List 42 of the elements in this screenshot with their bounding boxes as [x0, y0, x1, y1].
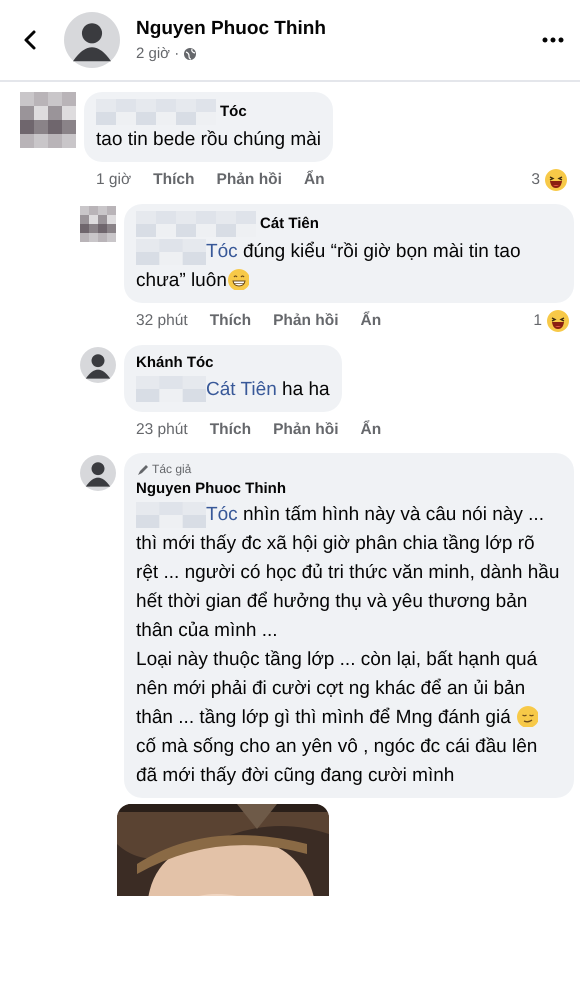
comment-text: Cát Tiên ha ha — [136, 374, 330, 404]
comment-text: Tóc nhìn tấm hình này và câu nói này ... thì mới thấy đc xã hội giờ phân chia tầng lớp rõ rệt ... người có học đủ tri thức văn minh, dành hầu hết thời gian để hưởng thụ và yêu thương bản thân của mình ... Loại này thuộc tầng lớp ... còn lại, bất hạnh quá nên mới phải đi cười cợt ng khác để an ủi bản thân ... tầng lớp gì thì mình để Mng đánh giá cố mà sống cho an yên vô , ngóc đc cái đầu lên đã mới thấy đời cũng đang cười mình — [136, 501, 560, 788]
avatar — [64, 12, 120, 68]
comment-text: tao tin bede rồu chúng mài — [96, 128, 321, 152]
action-link[interactable]: Phản hồi — [273, 418, 339, 441]
action-link[interactable]: Ẩn — [360, 418, 382, 441]
commenter-name[interactable]: Tóc — [220, 100, 247, 124]
action-link[interactable]: Thích — [153, 168, 194, 192]
action-link[interactable]: Thích — [210, 309, 252, 333]
action-link[interactable]: Phản hồi — [216, 168, 282, 192]
avatar — [80, 347, 116, 383]
comment-text: Tóc đúng kiểu “rồi giờ bọn mài tin tao chưa” luôn — [136, 237, 562, 295]
mention-link[interactable]: Cát Tiên — [206, 378, 277, 400]
avatar — [80, 454, 116, 491]
action-link[interactable]: Phản hồi — [273, 309, 339, 333]
comment-time: 23 phút — [136, 420, 188, 440]
action-link[interactable]: Ẩn — [304, 168, 325, 192]
laughing-emoji-icon — [546, 309, 570, 333]
laughing-emoji-icon — [544, 168, 568, 192]
post-time: 2 giờ · — [136, 44, 180, 64]
mention-link[interactable]: Tóc — [206, 241, 238, 262]
smiling-emoji-icon — [516, 705, 538, 728]
pixelated-avatar — [20, 92, 76, 148]
commenter-name[interactable]: Khánh Tóc — [136, 352, 214, 374]
reaction-count: 3 — [531, 170, 540, 190]
reaction-count: 1 — [533, 311, 542, 332]
action-link[interactable]: Thích — [210, 418, 252, 441]
comment-time: 1 giờ — [96, 170, 132, 190]
back-button[interactable] — [22, 28, 38, 52]
globe-icon — [183, 47, 198, 62]
author-label: Tác giả — [152, 460, 192, 478]
commenter-name[interactable]: Cát Tiên — [260, 212, 319, 236]
commenter-name[interactable]: Nguyen Phuoc Thinh — [136, 478, 286, 500]
mention-link[interactable]: Tóc — [206, 504, 238, 526]
action-link[interactable]: Ẩn — [360, 309, 382, 333]
comment-time: 32 phút — [136, 311, 188, 332]
author-name[interactable]: Nguyen Phuoc Thinh — [136, 14, 526, 43]
back-icon — [22, 28, 38, 51]
more-icon — [542, 36, 564, 43]
pencil-icon — [136, 462, 148, 475]
pixelated-avatar — [80, 206, 116, 242]
smiling-emoji-icon — [226, 268, 249, 290]
